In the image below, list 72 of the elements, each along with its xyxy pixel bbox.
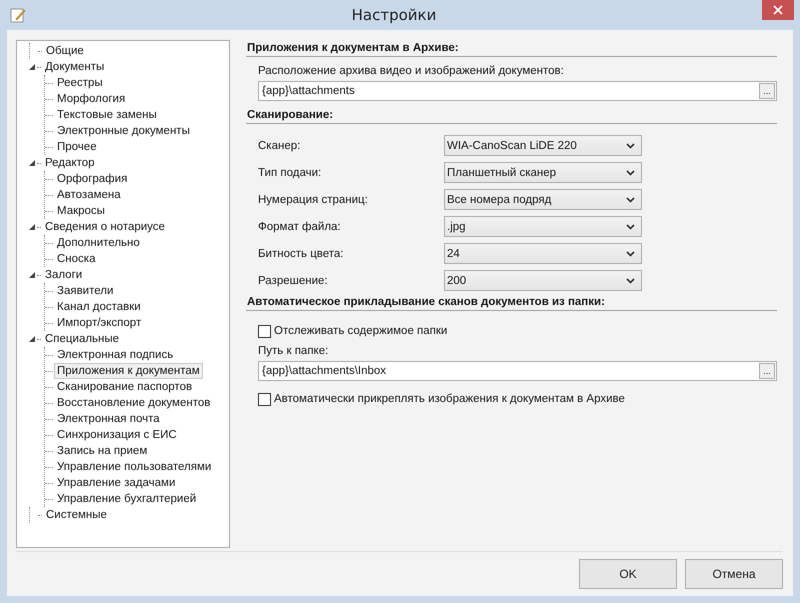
browse-button[interactable]: ... [759,83,775,99]
checkbox[interactable] [258,392,271,406]
tree-item[interactable]: Управление задачами [54,475,178,491]
field-label: Расположение архива видео и изображений документов: [258,65,565,77]
field-label: Тип подачи: [258,166,322,178]
dropdown[interactable]: .jpg [444,216,642,237]
chevron-icon [626,250,635,256]
close-icon [773,5,783,15]
tree-item[interactable]: Управление бухгалтерией [54,491,200,507]
tree-item[interactable]: Залоги [42,267,86,283]
dropdown[interactable]: Все номера подряд [444,189,642,210]
dropdown[interactable]: WIA-CanoScan LiDE 220 [444,135,642,156]
tree-item[interactable]: Реестры [54,75,106,91]
path-field[interactable]: {app}\attachments ... [258,81,777,101]
app-icon [10,7,26,23]
close-button[interactable] [762,0,794,20]
expand-icon[interactable] [29,336,35,342]
tree-item[interactable]: Электронная почта [54,411,163,427]
chevron-icon [626,142,635,148]
tree-item[interactable]: Документы [42,59,108,75]
tree-item[interactable]: Канал доставки [54,299,144,315]
field-label: Путь к папке: [258,345,330,357]
tree-item[interactable]: Запись на прием [54,443,150,459]
chevron-icon [626,278,635,284]
tree-item[interactable]: Сканирование паспортов [54,379,196,395]
tree-item[interactable]: Автозамена [54,187,124,203]
tree-item[interactable]: Дополнительно [54,235,143,251]
tree-item[interactable]: Приложения к документам [54,363,203,379]
tree-item[interactable]: Сноска [54,251,98,267]
tree-item[interactable]: Орфография [54,171,130,187]
dropdown[interactable]: Планшетный сканер [444,162,642,183]
path-field[interactable]: {app}\attachments\Inbox ... [258,361,777,381]
section-heading: Приложения к документам в Архиве: [246,40,777,57]
tree-item[interactable]: Сведения о нотариусе [42,219,168,235]
tree-item[interactable]: Морфология [54,91,128,107]
field-label: Нумерация страниц: [258,194,369,206]
tree-item[interactable]: Электронные документы [54,123,193,139]
field-label: Сканер: [258,140,302,152]
checkbox[interactable] [258,324,271,338]
dialog-button[interactable]: OK [579,559,677,589]
dropdown[interactable]: 24 [444,243,642,264]
expand-icon[interactable] [29,64,35,70]
tree-item[interactable]: Восстановление документов [54,395,214,411]
tree-item[interactable]: Системные [43,507,110,523]
browse-button[interactable]: ... [759,363,775,379]
checkbox-label: Автоматически прикреплять изображения к документам в Архиве [274,393,625,405]
window-title: Настройки [350,6,438,24]
expand-icon[interactable] [29,224,35,230]
field-label: Разрешение: [258,274,329,286]
expand-icon[interactable] [29,272,35,278]
section-heading: Автоматическое прикладывание сканов документов из папки: [246,294,777,311]
tree-item[interactable]: Заявители [54,283,116,299]
tree-item[interactable]: Синхронизация с ЕИС [54,427,180,443]
field-label: Битность цвета: [258,248,344,260]
tree-item[interactable]: Прочее [54,139,100,155]
tree-item[interactable]: Электронная подпись [54,347,176,363]
tree-item[interactable]: Редактор [42,155,98,171]
tree-item[interactable]: Импорт/экспорт [54,315,144,331]
checkbox-label: Отслеживать содержимое папки [274,325,448,337]
tree-item[interactable]: Общие [43,43,87,59]
tree-item[interactable]: Специальные [42,331,122,347]
dialog-button[interactable]: Отмена [685,559,783,589]
section-heading: Сканирование: [246,107,777,124]
tree-item[interactable]: Макросы [54,203,108,219]
dropdown[interactable]: 200 [444,270,642,291]
chevron-icon [626,196,635,202]
field-label: Формат файла: [258,220,342,232]
tree-item[interactable]: Управление пользователями [54,459,214,475]
tree-item[interactable]: Текстовые замены [54,107,160,123]
chevron-icon [626,224,635,230]
expand-icon[interactable] [29,160,35,166]
chevron-icon [626,170,635,176]
